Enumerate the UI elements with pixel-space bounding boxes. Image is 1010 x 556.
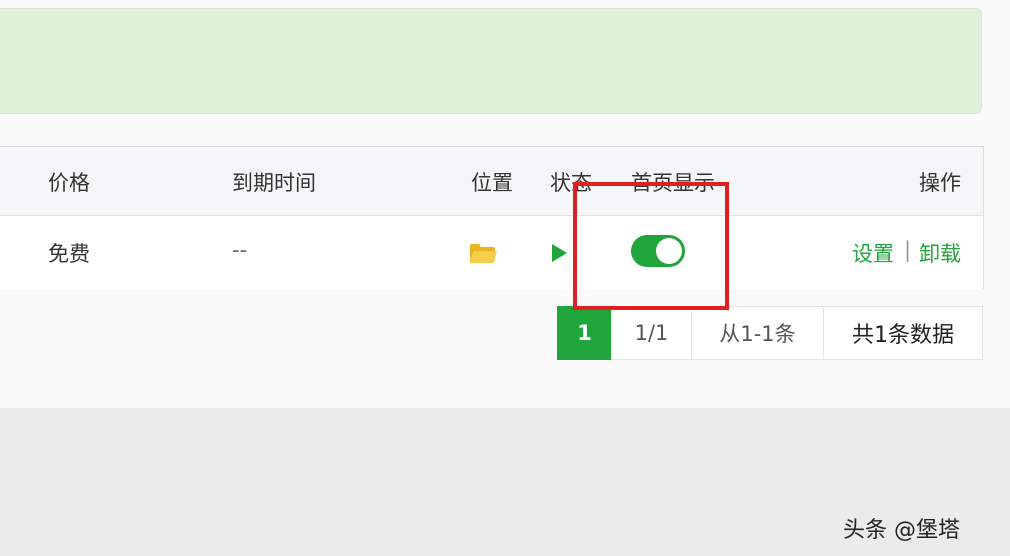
folder-icon[interactable] [469, 243, 498, 264]
cell-price: 免费 [48, 242, 90, 266]
page: 价格 到期时间 位置 状态 首页显示 操作 免费 -- 设置 | 卸载 1 1/… [0, 0, 1010, 556]
watermark: 头条 @堡塔 [843, 518, 960, 543]
page-range: 从1-1条 [691, 306, 824, 360]
play-icon [552, 244, 567, 262]
page-total: 共1条数据 [823, 306, 983, 360]
action-separator: | [904, 238, 912, 262]
header-location: 位置 [471, 171, 513, 195]
header-status: 状态 [550, 171, 592, 195]
plugin-table: 价格 到期时间 位置 状态 首页显示 操作 免费 -- 设置 | 卸载 [0, 146, 984, 289]
header-expire-time: 到期时间 [232, 171, 316, 195]
header-price: 价格 [48, 171, 90, 195]
page-ratio: 1/1 [611, 306, 692, 360]
home-display-toggle[interactable] [631, 235, 685, 267]
header-actions: 操作 [919, 171, 961, 195]
table-row: 免费 -- 设置 | 卸载 [0, 216, 983, 289]
table-header: 价格 到期时间 位置 状态 首页显示 操作 [0, 147, 983, 216]
toggle-knob [656, 238, 682, 264]
notice-banner [0, 8, 982, 114]
cell-expire-time: -- [232, 238, 248, 262]
uninstall-link[interactable]: 卸载 [919, 238, 961, 268]
page-button-current[interactable]: 1 [557, 306, 612, 360]
header-home-display: 首页显示 [631, 171, 715, 195]
settings-link[interactable]: 设置 [852, 238, 894, 268]
